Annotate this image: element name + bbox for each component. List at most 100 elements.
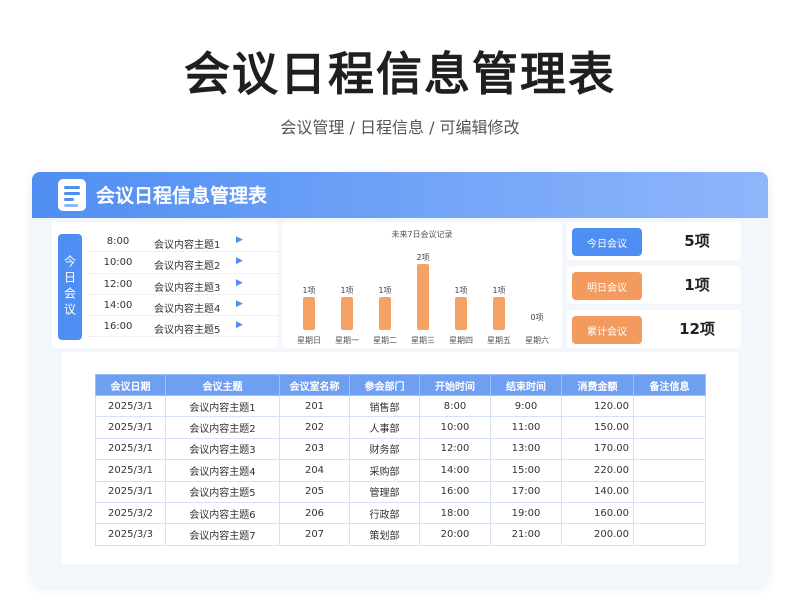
chart-tick-label: 星期一 — [335, 336, 359, 345]
cell-date[interactable]: 2025/3/1 — [95, 480, 166, 503]
cell-date[interactable]: 2025/3/1 — [95, 416, 166, 439]
cell-start-time[interactable]: 10:00 — [419, 416, 491, 439]
cell-room[interactable]: 203 — [279, 437, 350, 461]
cell-room[interactable]: 207 — [279, 523, 350, 546]
table-row[interactable]: 2025/3/1 会议内容主题3 203 财务部 12:00 13:00 170.00 — [95, 437, 706, 461]
cell-start-time[interactable]: 20:00 — [419, 523, 491, 546]
cell-remark[interactable] — [633, 523, 706, 546]
column-header[interactable]: 会议室名称 — [279, 374, 350, 396]
cell-remark[interactable] — [633, 459, 706, 482]
meeting-time: 12:00 — [103, 278, 133, 290]
play-arrow-icon[interactable]: ▶ — [236, 278, 243, 288]
table-row[interactable]: 2025/3/3 会议内容主题7 207 策划部 20:00 21:00 200.00 — [95, 523, 706, 546]
cell-department[interactable]: 策划部 — [349, 523, 420, 546]
cell-start-time[interactable]: 8:00 — [419, 394, 491, 418]
cell-date[interactable]: 2025/3/1 — [95, 459, 166, 482]
column-header[interactable]: 参会部门 — [349, 374, 420, 396]
cell-room[interactable]: 202 — [279, 416, 350, 439]
cell-end-time[interactable]: 13:00 — [490, 437, 562, 461]
table-row[interactable]: 2025/3/1 会议内容主题5 205 管理部 16:00 17:00 140.00 — [95, 480, 706, 503]
cell-end-time[interactable]: 11:00 — [490, 416, 562, 439]
meeting-subject: 会议内容主题4 — [154, 303, 221, 315]
weekly-meetings-chart-panel: 未来7日会议记录 1项 星期日 1项 星期一 1项 星期二 2项 星期三 1项 星期四 1项 星期五 0项… — [282, 222, 562, 348]
chart-bar — [379, 297, 391, 330]
play-arrow-icon[interactable]: ▶ — [236, 256, 243, 266]
table-row[interactable]: 2025/3/2 会议内容主题6 206 行政部 18:00 19:00 160.00 — [95, 501, 706, 525]
cell-department[interactable]: 财务部 — [349, 437, 420, 461]
stat-total-value: 12项 — [679, 320, 715, 338]
cell-remark[interactable] — [633, 437, 706, 461]
list-item[interactable]: 16:00 会议内容主题5 ▶ — [88, 316, 278, 338]
cell-department[interactable]: 销售部 — [349, 394, 420, 418]
cell-amount[interactable]: 140.00 — [561, 480, 634, 503]
cell-remark[interactable] — [633, 480, 706, 503]
cell-subject[interactable]: 会议内容主题3 — [165, 437, 280, 461]
table-row[interactable]: 2025/3/1 会议内容主题1 201 销售部 8:00 9:00 120.00 — [95, 394, 706, 418]
cell-department[interactable]: 行政部 — [349, 501, 420, 525]
chart-tick-label: 星期五 — [487, 336, 511, 345]
cell-amount[interactable]: 170.00 — [561, 437, 634, 461]
cell-room[interactable]: 206 — [279, 501, 350, 525]
cell-remark[interactable] — [633, 501, 706, 525]
play-arrow-icon[interactable]: ▶ — [236, 299, 243, 309]
cell-amount[interactable]: 160.00 — [561, 501, 634, 525]
cell-date[interactable]: 2025/3/1 — [95, 394, 166, 418]
list-item[interactable]: 14:00 会议内容主题4 ▶ — [88, 295, 278, 317]
cell-subject[interactable]: 会议内容主题2 — [165, 416, 280, 439]
cell-start-time[interactable]: 12:00 — [419, 437, 491, 461]
cell-amount[interactable]: 220.00 — [561, 459, 634, 482]
meeting-time: 14:00 — [103, 299, 133, 311]
play-arrow-icon[interactable]: ▶ — [236, 235, 243, 245]
cell-room[interactable]: 205 — [279, 480, 350, 503]
stat-tomorrow-value: 1项 — [684, 276, 710, 294]
column-header[interactable]: 结束时间 — [490, 374, 562, 396]
cell-amount[interactable]: 200.00 — [561, 523, 634, 546]
cell-subject[interactable]: 会议内容主题4 — [165, 459, 280, 482]
list-item[interactable]: 12:00 会议内容主题3 ▶ — [88, 274, 278, 295]
column-header[interactable]: 会议主题 — [165, 374, 280, 396]
play-arrow-icon[interactable]: ▶ — [236, 320, 243, 330]
chart-bar — [493, 297, 505, 330]
cell-subject[interactable]: 会议内容主题6 — [165, 501, 280, 525]
chart-tick-label: 星期二 — [373, 336, 397, 345]
cell-end-time[interactable]: 21:00 — [490, 523, 562, 546]
cell-subject[interactable]: 会议内容主题1 — [165, 394, 280, 418]
cell-end-time[interactable]: 17:00 — [490, 480, 562, 503]
cell-department[interactable]: 管理部 — [349, 480, 420, 503]
cell-date[interactable]: 2025/3/1 — [95, 437, 166, 461]
cell-amount[interactable]: 150.00 — [561, 416, 634, 439]
meeting-subject: 会议内容主题2 — [154, 261, 221, 273]
cell-department[interactable]: 采购部 — [349, 459, 420, 482]
list-item[interactable]: 8:00 会议内容主题1 ▶ — [88, 231, 278, 253]
column-header[interactable]: 开始时间 — [419, 374, 491, 396]
cell-amount[interactable]: 120.00 — [561, 394, 634, 418]
cell-remark[interactable] — [633, 416, 706, 439]
cell-department[interactable]: 人事部 — [349, 416, 420, 439]
cell-room[interactable]: 204 — [279, 459, 350, 482]
cell-subject[interactable]: 会议内容主题5 — [165, 480, 280, 503]
cell-start-time[interactable]: 16:00 — [419, 480, 491, 503]
cell-start-time[interactable]: 14:00 — [419, 459, 491, 482]
cell-start-time[interactable]: 18:00 — [419, 501, 491, 525]
stat-today-label[interactable]: 今日会议 — [572, 228, 642, 256]
column-header[interactable]: 会议日期 — [95, 374, 166, 396]
list-item[interactable]: 10:00 会议内容主题2 ▶ — [88, 252, 278, 274]
cell-subject[interactable]: 会议内容主题7 — [165, 523, 280, 546]
chart-data-label: 1项 — [492, 286, 505, 295]
chart-title: 未来7日会议记录 — [391, 229, 452, 239]
cell-end-time[interactable]: 19:00 — [490, 501, 562, 525]
column-header[interactable]: 备注信息 — [633, 374, 706, 396]
table-row[interactable]: 2025/3/1 会议内容主题2 202 人事部 10:00 11:00 150.00 — [95, 416, 706, 439]
page-title: 会议日程信息管理表 — [184, 47, 616, 101]
table-row[interactable]: 2025/3/1 会议内容主题4 204 采购部 14:00 15:00 220.00 — [95, 459, 706, 482]
cell-room[interactable]: 201 — [279, 394, 350, 418]
column-header[interactable]: 消费金额 — [561, 374, 634, 396]
cell-end-time[interactable]: 9:00 — [490, 394, 562, 418]
stat-tomorrow-label[interactable]: 明日会议 — [572, 272, 642, 300]
cell-date[interactable]: 2025/3/3 — [95, 523, 166, 546]
cell-date[interactable]: 2025/3/2 — [95, 501, 166, 525]
meeting-table: 会议日期 会议主题 会议室名称 参会部门 开始时间 结束时间 消费金额 备注信息… — [95, 374, 706, 546]
stat-total-label[interactable]: 累计会议 — [572, 316, 642, 344]
cell-end-time[interactable]: 15:00 — [490, 459, 562, 482]
cell-remark[interactable] — [633, 394, 706, 418]
